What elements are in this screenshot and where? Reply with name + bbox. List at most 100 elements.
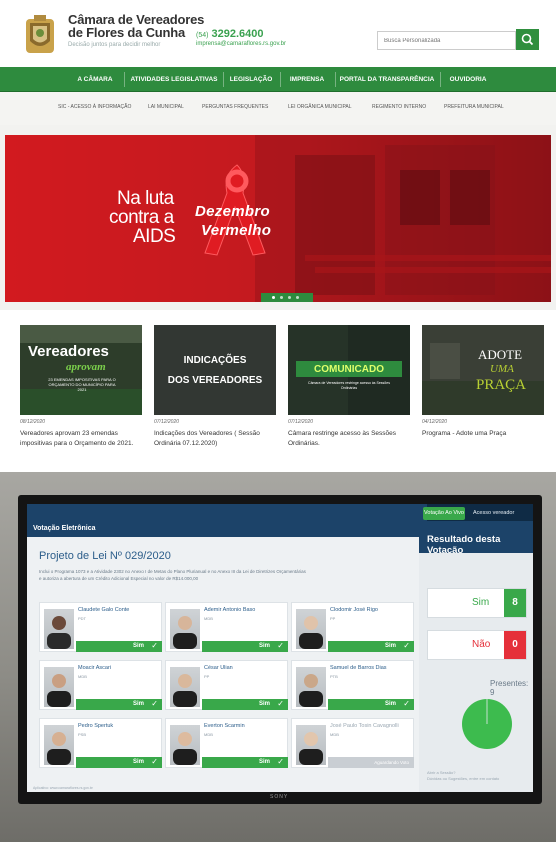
slider-dot[interactable] bbox=[288, 296, 291, 299]
nav-divider bbox=[335, 72, 336, 87]
check-icon: ✓ bbox=[403, 699, 410, 708]
vote-label: Sim bbox=[258, 701, 270, 707]
councilor-photo bbox=[296, 667, 326, 707]
news-card[interactable]: INDICAÇÕES DOS VEREADORES 07/12/2020 Ind… bbox=[154, 325, 276, 447]
vote-bar-pending: Aguardando Voto bbox=[328, 757, 414, 768]
councilor-access-link[interactable]: Acesso vereador bbox=[473, 507, 514, 520]
news-title[interactable]: Vereadores aprovam 23 emendas impositiva… bbox=[20, 429, 146, 449]
vote-label: Sim bbox=[132, 643, 144, 649]
councilor-photo bbox=[170, 725, 200, 765]
news-card[interactable]: Vereadores aprovam 23 EMENDAS IMPOSITIVA… bbox=[20, 325, 142, 447]
subnav-item-prefeitura[interactable]: PREFEITURA MUNICIPAL bbox=[444, 104, 504, 110]
vote-bar: Sim ✓ bbox=[76, 641, 162, 652]
project-description-2: e autoriza a abertura de um Crédito Adic… bbox=[39, 576, 199, 581]
vote-bar: Sim ✓ bbox=[76, 699, 162, 710]
banner-headline-3: AIDS bbox=[133, 226, 176, 247]
news-thumbnail-bg bbox=[154, 325, 276, 415]
nav-item-camara[interactable]: A CÂMARA bbox=[70, 67, 120, 92]
councilor-party: PP bbox=[204, 674, 210, 679]
result-yes-label: Sim bbox=[472, 597, 490, 608]
councilor-party: MDB bbox=[330, 732, 339, 737]
news-thumb-title-2: DOS VEREADORES bbox=[167, 375, 263, 386]
councilor-photo bbox=[44, 725, 74, 765]
slider-pagination bbox=[261, 293, 313, 302]
councilor-name: Moacir Ascari bbox=[78, 665, 112, 671]
tv-brand-logo: SONY bbox=[270, 794, 289, 800]
phone-ddd: (54) bbox=[196, 32, 209, 39]
councilor-photo bbox=[170, 609, 200, 649]
news-card[interactable]: ADOTE UMA PRAÇA 04/12/2020 Programa - Ad… bbox=[422, 325, 544, 437]
councilor-party: PTB bbox=[330, 674, 338, 679]
news-title[interactable]: Programa - Adote uma Praça bbox=[422, 429, 548, 439]
vote-label: Sim bbox=[384, 701, 396, 707]
org-name-line2[interactable]: de Flores da Cunha bbox=[68, 26, 185, 39]
councilor-party: PSB bbox=[78, 732, 87, 737]
councilor-photo bbox=[44, 609, 74, 649]
news-thumbnail-bg bbox=[422, 325, 544, 415]
councilor-name: Samuel de Barros Dias bbox=[330, 665, 387, 671]
check-icon: ✓ bbox=[277, 641, 284, 650]
search-input[interactable] bbox=[377, 31, 516, 50]
phone-number: 3292.6400 bbox=[211, 28, 264, 40]
nav-item-transparencia[interactable]: PORTAL DA TRANSPARÊNCIA bbox=[339, 67, 435, 92]
vote-bar: Sim ✓ bbox=[328, 699, 414, 710]
slogan: Decisão juntos para decidir melhor bbox=[68, 42, 161, 48]
main-nav: A CÂMARA ATIVIDADES LEGISLATIVAS LEGISLA… bbox=[0, 67, 556, 92]
councilor-name: Ademir Antonio Baso bbox=[204, 607, 256, 613]
check-icon: ✓ bbox=[151, 699, 158, 708]
vote-bar: Sim ✓ bbox=[202, 699, 288, 710]
councilor-card: Samuel de Barros Dias PTB Sim ✓ bbox=[291, 660, 414, 710]
news-thumbnail[interactable]: COMUNICADO Câmara de Vereadores restring… bbox=[288, 325, 410, 415]
nav-item-ouvidoria[interactable]: OUVIDORIA bbox=[444, 67, 492, 92]
project-description-1: Inclui o Programa 1073 e a Atividade 230… bbox=[39, 569, 306, 574]
result-footer-question: Abrir a Sessão? bbox=[427, 770, 456, 775]
subnav-item-sic[interactable]: SIC - ACESSO À INFORMAÇÃO bbox=[58, 104, 131, 110]
councilor-card: Claudete Galo Conte PDT Sim ✓ bbox=[39, 602, 162, 652]
councilor-card: Moacir Ascari MDB Sim ✓ bbox=[39, 660, 162, 710]
subnav-item-faq[interactable]: PERGUNTAS FREQUENTES bbox=[202, 104, 268, 110]
live-voting-button[interactable]: Votação Ao Vivo bbox=[423, 507, 465, 520]
email-link[interactable]: imprensa@camaraflores.rs.gov.br bbox=[196, 41, 286, 47]
screen-title: Votação Eletrônica bbox=[33, 525, 96, 532]
search-button[interactable] bbox=[516, 29, 539, 50]
news-thumb-title-1: Vereadores bbox=[28, 343, 109, 360]
tv-screen: Votação Ao Vivo Acesso vereador Votação … bbox=[27, 504, 533, 792]
banner-slider: Na luta contra a AIDS Dezembro Vermelho bbox=[0, 125, 556, 310]
slider-dot[interactable] bbox=[272, 296, 275, 299]
subnav-item-lei-organica[interactable]: LEI ORGÂNICA MUNICIPAL bbox=[288, 104, 352, 110]
councilor-card: César Ulian PP Sim ✓ bbox=[165, 660, 288, 710]
result-yes-count: 8 bbox=[504, 589, 526, 617]
news-thumbnail[interactable]: Vereadores aprovam 23 EMENDAS IMPOSITIVA… bbox=[20, 325, 142, 415]
councilor-photo bbox=[44, 667, 74, 707]
news-title[interactable]: Câmara restringe acesso às Sessões Ordin… bbox=[288, 429, 414, 449]
councilor-name: Claudete Galo Conte bbox=[78, 607, 130, 613]
check-icon: ✓ bbox=[277, 699, 284, 708]
nav-item-legislacao[interactable]: LEGISLAÇÃO bbox=[227, 67, 275, 92]
secondary-nav: SIC - ACESSO À INFORMAÇÃO LAI MUNICIPAL … bbox=[0, 92, 556, 125]
voting-screen-photo: Votação Ao Vivo Acesso vereador Votação … bbox=[0, 472, 556, 842]
screen-footer-link[interactable]: Aplicativo: www.camaraflores.rs.gov.br bbox=[33, 786, 93, 790]
news-date: 07/12/2020 bbox=[288, 419, 314, 425]
news-thumbnail[interactable]: ADOTE UMA PRAÇA bbox=[422, 325, 544, 415]
phone: (54) 3292.6400 bbox=[196, 28, 264, 40]
tv-frame: Votação Ao Vivo Acesso vereador Votação … bbox=[18, 495, 542, 804]
councilor-party: PDT bbox=[78, 616, 86, 621]
coat-of-arms-logo[interactable] bbox=[20, 13, 60, 55]
slider-dot[interactable] bbox=[296, 296, 299, 299]
nav-item-atividades[interactable]: ATIVIDADES LEGISLATIVAS bbox=[128, 67, 220, 92]
news-thumb-title-1: COMUNICADO bbox=[314, 364, 384, 375]
slider-dot[interactable] bbox=[280, 296, 283, 299]
subnav-item-regimento[interactable]: REGIMENTO INTERNO bbox=[372, 104, 426, 110]
news-card[interactable]: COMUNICADO Câmara de Vereadores restring… bbox=[288, 325, 410, 447]
result-pie-chart bbox=[462, 699, 512, 749]
news-title[interactable]: Indicações dos Vereadores ( Sessão Ordin… bbox=[154, 429, 280, 449]
councilor-photo bbox=[296, 725, 326, 765]
councilor-party: MDB bbox=[204, 616, 213, 621]
councilor-name: César Ulian bbox=[204, 665, 233, 671]
news-thumbnail[interactable]: INDICAÇÕES DOS VEREADORES bbox=[154, 325, 276, 415]
banner-slide[interactable]: Na luta contra a AIDS Dezembro Vermelho bbox=[5, 135, 551, 302]
subnav-item-lai[interactable]: LAI MUNICIPAL bbox=[148, 104, 184, 110]
councilor-photo bbox=[170, 667, 200, 707]
nav-item-imprensa[interactable]: IMPRENSA bbox=[284, 67, 330, 92]
news-thumb-title-3: PRAÇA bbox=[476, 377, 527, 393]
